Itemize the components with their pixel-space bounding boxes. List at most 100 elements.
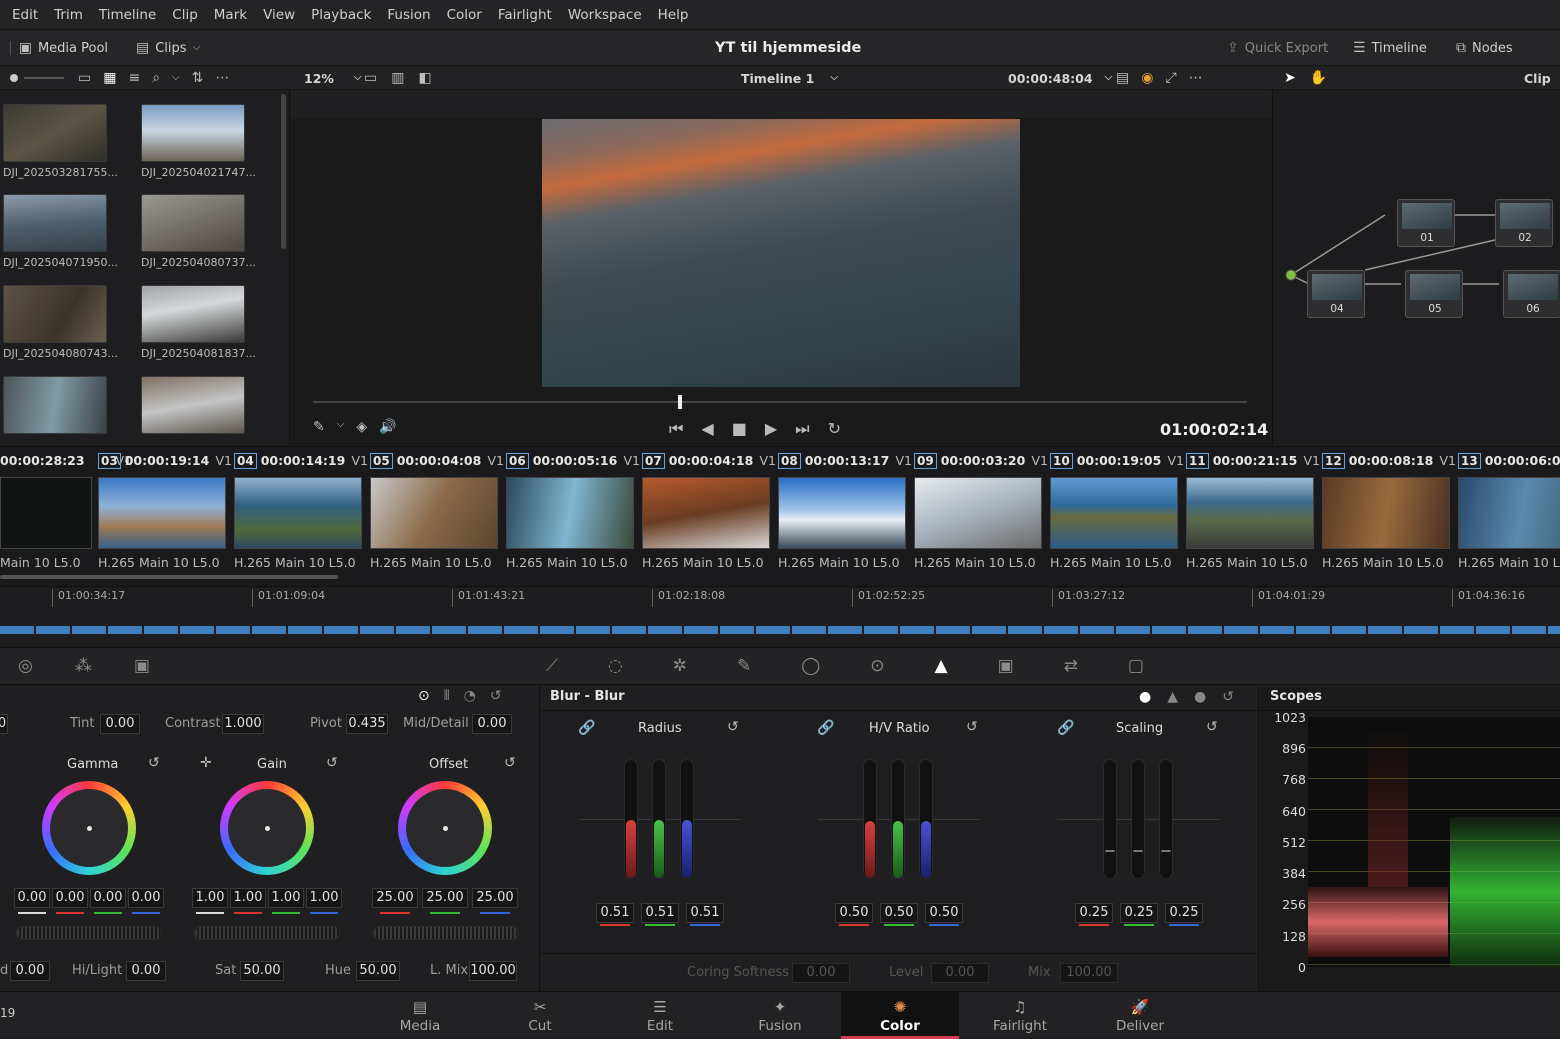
offset-b-field[interactable]: 25.00	[472, 888, 518, 908]
pointer-icon[interactable]: ➤	[1284, 71, 1296, 85]
split-viewer-icon[interactable]: ▥	[391, 71, 404, 85]
menu-help[interactable]: Help	[650, 7, 697, 23]
left-edge-value[interactable]: 0	[0, 714, 8, 734]
gain-r-field[interactable]: 1.00	[230, 888, 266, 908]
scaling-red-field[interactable]: 0.25	[1075, 903, 1113, 923]
pivot-field[interactable]: 0.435	[346, 714, 388, 734]
gain-g-field[interactable]: 1.00	[268, 888, 304, 908]
nav-deliver[interactable]: 🚀 Deliver	[1081, 992, 1199, 1039]
scaling-green-slider[interactable]	[1131, 759, 1145, 879]
link-icon[interactable]: 🔗	[817, 721, 834, 735]
color-node[interactable]: 06	[1503, 270, 1560, 318]
wheels-icon[interactable]: ⊙	[418, 688, 430, 704]
contrast-field[interactable]: 1.000	[222, 714, 264, 734]
metadata-view-icon[interactable]: ▭	[78, 71, 91, 85]
list-view-icon[interactable]: ≡	[128, 71, 140, 85]
link-icon[interactable]: 🔗	[1057, 721, 1074, 735]
menu-timeline[interactable]: Timeline	[91, 7, 164, 23]
scaling-blue-field[interactable]: 0.25	[1165, 903, 1203, 923]
menu-fairlight[interactable]: Fairlight	[490, 7, 560, 23]
single-viewer-icon[interactable]: ▭	[364, 71, 377, 85]
timeline-clip[interactable]: 11 00:00:21:15 V1 H.265 Main 10 L5.0	[1186, 447, 1322, 577]
more-icon[interactable]: ⋯	[1189, 71, 1203, 85]
coring-softness-field[interactable]: 0.00	[792, 963, 850, 983]
blur-mode-icon[interactable]: ●	[1139, 689, 1151, 705]
reset-icon[interactable]: ↺	[490, 688, 502, 704]
play-reverse-icon[interactable]: ◀	[701, 419, 713, 439]
chevron-down-icon[interactable]: ⌵	[337, 420, 345, 434]
stop-icon[interactable]: ■	[732, 419, 747, 439]
quick-export-button[interactable]: ⇪ Quick Export	[1227, 30, 1328, 66]
skip-to-end-icon[interactable]: ⏭	[795, 419, 809, 439]
gamma-g-field[interactable]: 0.00	[90, 888, 126, 908]
hv-blue-slider[interactable]	[919, 759, 933, 879]
rgb-mixer-icon[interactable]: ⁂	[75, 656, 92, 676]
timeline-button[interactable]: ☰ Timeline	[1353, 30, 1427, 66]
reset-icon[interactable]: ↺	[504, 756, 516, 770]
hue-field[interactable]: 50.00	[356, 961, 400, 981]
media-thumbnail[interactable]	[3, 104, 107, 162]
hv-blue-field[interactable]: 0.50	[925, 903, 963, 923]
hv-green-slider[interactable]	[891, 759, 905, 879]
media-pool-scrollbar[interactable]	[281, 94, 286, 249]
tracker-icon[interactable]: ⊙	[870, 656, 884, 676]
link-icon[interactable]: 🔗	[578, 721, 595, 735]
menu-mark[interactable]: Mark	[206, 7, 255, 23]
pick-icon[interactable]: ✎	[313, 420, 325, 434]
color-node[interactable]: 01	[1397, 199, 1455, 247]
nav-media[interactable]: ▤ Media	[361, 992, 479, 1039]
nav-fusion[interactable]: ✦ Fusion	[721, 992, 839, 1039]
offset-r-field[interactable]: 25.00	[372, 888, 418, 908]
radius-green-field[interactable]: 0.51	[641, 903, 679, 923]
menu-clip[interactable]: Clip	[164, 7, 206, 23]
eyedropper-icon[interactable]: ✎	[737, 656, 751, 676]
menu-fusion[interactable]: Fusion	[379, 7, 438, 23]
nav-fairlight[interactable]: ♫ Fairlight	[961, 992, 1079, 1039]
timeline-clip[interactable]: 05 00:00:04:08 V1 H.265 Main 10 L5.0	[370, 447, 506, 577]
key-icon[interactable]: ▣	[998, 656, 1014, 676]
viewer-image[interactable]	[542, 119, 1020, 387]
menu-trim[interactable]: Trim	[46, 7, 91, 23]
window-icon[interactable]: ◯	[801, 656, 820, 676]
nav-edit[interactable]: ☰ Edit	[601, 992, 719, 1039]
timeline-clip[interactable]: 12 00:00:08:18 V1 H.265 Main 10 L5.0	[1322, 447, 1458, 577]
offset-wheel-handle[interactable]	[443, 826, 448, 831]
hv-green-field[interactable]: 0.50	[880, 903, 918, 923]
color-node[interactable]: 05	[1405, 270, 1463, 318]
hdr-icon[interactable]: ◎	[18, 656, 33, 676]
menu-view[interactable]: View	[255, 7, 303, 23]
scaling-green-field[interactable]: 0.25	[1120, 903, 1158, 923]
hv-red-field[interactable]: 0.50	[835, 903, 873, 923]
timeline-clip[interactable]: 06 00:00:05:16 V1 H.265 Main 10 L5.0	[506, 447, 642, 577]
clip-scrollbar[interactable]	[0, 575, 338, 579]
timeline-clip[interactable]: 04 00:00:14:19 V1 H.265 Main 10 L5.0	[234, 447, 370, 577]
menu-edit[interactable]: Edit	[4, 7, 46, 23]
clips-button[interactable]: ▤ Clips ⌵	[136, 30, 200, 66]
reset-icon[interactable]: ↺	[727, 720, 739, 734]
gamma-r-field[interactable]: 0.00	[52, 888, 88, 908]
sizing-icon[interactable]: ⇄	[1064, 656, 1078, 676]
mid-detail-field[interactable]: 0.00	[472, 714, 512, 734]
gamma-master-wheel[interactable]	[16, 926, 162, 940]
curves-icon[interactable]: ⟋	[546, 656, 558, 676]
timeline-clip[interactable]: 1300:00:06:04 H.265 Main 10 L5	[1458, 447, 1560, 577]
media-thumbnail[interactable]	[3, 194, 107, 252]
gamma-y-field[interactable]: 0.00	[14, 888, 50, 908]
color-node[interactable]: 02	[1495, 199, 1553, 247]
reset-icon[interactable]: ↺	[1206, 720, 1218, 734]
level-field[interactable]: 0.00	[931, 963, 989, 983]
reset-icon[interactable]: ↺	[148, 756, 160, 770]
scaling-blue-slider[interactable]	[1159, 759, 1173, 879]
timeline-clip[interactable]: 10 00:00:19:05 V1 H.265 Main 10 L5.0	[1050, 447, 1186, 577]
radius-blue-field[interactable]: 0.51	[686, 903, 724, 923]
blur-icon[interactable]: ▲	[935, 656, 948, 676]
media-pool-button[interactable]: | ▣ Media Pool	[8, 30, 108, 66]
gamma-b-field[interactable]: 0.00	[128, 888, 164, 908]
warper-icon[interactable]: ◌	[608, 656, 623, 676]
bars-icon[interactable]: ⫴	[444, 688, 450, 704]
menu-playback[interactable]: Playback	[303, 7, 379, 23]
timeline-track-strip[interactable]	[0, 626, 1560, 634]
media-thumbnail[interactable]	[141, 104, 245, 162]
media-thumbnail[interactable]	[3, 285, 107, 343]
wipe-icon[interactable]: ◧	[418, 71, 431, 85]
